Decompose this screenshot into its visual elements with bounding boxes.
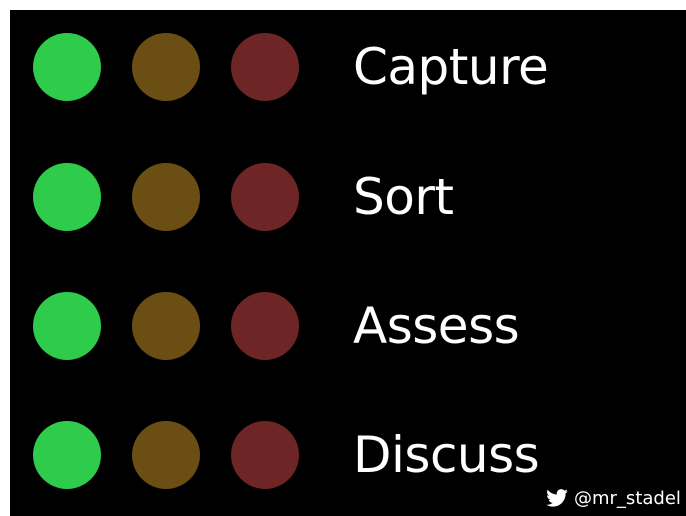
item-row-capture: Capture [10, 27, 686, 107]
item-label: Discuss [353, 426, 540, 484]
twitter-handle-text: @mr_stadel [574, 487, 681, 509]
item-label: Assess [353, 297, 520, 355]
brown-dot [132, 163, 200, 231]
twitter-bird-icon [546, 489, 568, 507]
item-row-discuss: Discuss [10, 415, 686, 495]
slide: Capture Sort Assess Discuss [10, 10, 686, 516]
item-row-assess: Assess [10, 286, 686, 366]
red-dot [231, 292, 299, 360]
brown-dot [132, 421, 200, 489]
red-dot [231, 421, 299, 489]
green-dot [33, 421, 101, 489]
brown-dot [132, 292, 200, 360]
item-label: Capture [353, 38, 549, 96]
twitter-handle: @mr_stadel [546, 487, 681, 509]
brown-dot [132, 33, 200, 101]
green-dot [33, 33, 101, 101]
item-label: Sort [353, 168, 454, 226]
green-dot [33, 292, 101, 360]
red-dot [231, 163, 299, 231]
item-row-sort: Sort [10, 157, 686, 237]
red-dot [231, 33, 299, 101]
green-dot [33, 163, 101, 231]
